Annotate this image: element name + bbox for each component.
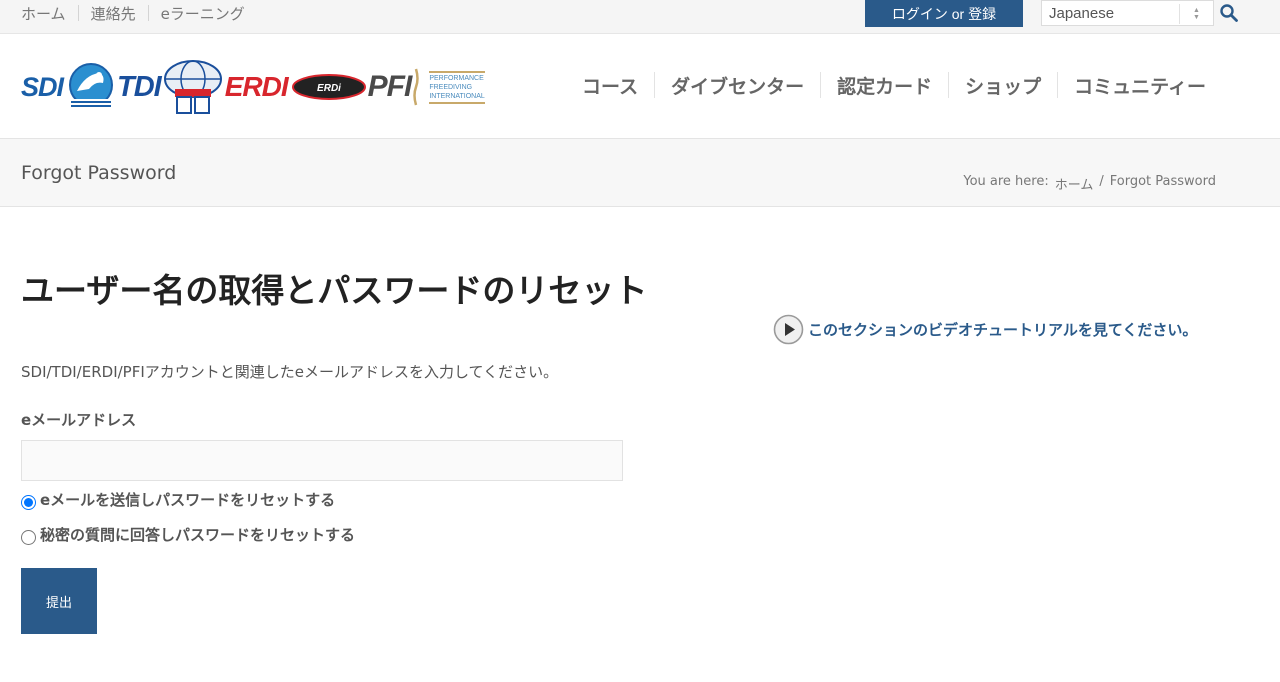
breadcrumb-home-link[interactable]: ホーム xyxy=(1055,174,1094,193)
submit-button[interactable]: 提出 xyxy=(21,568,97,634)
reset-option-email-label: eメールを送信しパスワードをリセットする xyxy=(40,491,336,509)
divider xyxy=(77,5,79,21)
search-icon[interactable] xyxy=(1219,3,1239,23)
login-register-button[interactable]: ログイン or 登録 xyxy=(865,0,1023,27)
intro-text: SDI/TDI/ERDI/PFIアカウントと関連したeメールアドレスを入力してく… xyxy=(21,363,559,381)
nav-item-courses[interactable]: コース xyxy=(566,72,654,99)
breadcrumb-current: Forgot Password xyxy=(1109,174,1216,189)
reset-option-question-radio[interactable] xyxy=(21,530,36,545)
top-utility-bar: ホーム 連絡先 eラーニング ログイン or 登録 Japanese ▲ ▼ xyxy=(0,0,1280,34)
tdi-logo: TDI xyxy=(117,70,162,103)
top-link-home[interactable]: ホーム xyxy=(21,3,66,24)
language-selected-value: Japanese xyxy=(1049,4,1115,22)
nav-item-shop[interactable]: ショップ xyxy=(949,72,1057,99)
content-heading: ユーザー名の取得とパスワードのリセット xyxy=(21,271,648,310)
freediver-figure-icon xyxy=(413,68,420,106)
pfi-subtitle: PERFORMANCE FREEDIVING INTERNATIONAL xyxy=(429,70,485,104)
pfi-logo: PFI PERFORMANCE FREEDIVING INTERNATIONAL xyxy=(368,67,485,107)
email-label: eメールアドレス xyxy=(21,411,137,429)
sdi-logo: SDI xyxy=(21,61,114,113)
erdi-globe-emblem-icon xyxy=(163,60,222,114)
top-link-elearning[interactable]: eラーニング xyxy=(161,3,245,24)
email-input[interactable] xyxy=(21,440,623,481)
breadcrumb-prefix: You are here: xyxy=(963,174,1049,189)
brand-logos[interactable]: SDI TDI ERDI ERDi PFI PERFORMANCE FREEDI… xyxy=(21,56,485,118)
svg-text:ERDi: ERDi xyxy=(317,83,341,94)
breadcrumb: You are here: ホーム / Forgot Password xyxy=(963,174,1216,193)
breadcrumb-separator: / xyxy=(1099,174,1104,189)
top-links: ホーム 連絡先 eラーニング xyxy=(21,0,245,26)
play-icon xyxy=(773,314,804,345)
updown-arrows-icon: ▲ ▼ xyxy=(1179,4,1213,24)
reset-option-email-radio[interactable] xyxy=(21,495,36,510)
nav-item-cert-cards[interactable]: 認定カード xyxy=(821,72,948,99)
nav-item-dive-centers[interactable]: ダイブセンター xyxy=(655,72,820,99)
language-select[interactable]: Japanese ▲ ▼ xyxy=(1041,0,1214,26)
nav-item-community[interactable]: コミュニティー xyxy=(1058,72,1222,99)
reset-option-question-label: 秘密の質問に回答しパスワードをリセットする xyxy=(40,526,356,544)
video-tutorial-label: このセクションのビデオチュートリアルを見てください。 xyxy=(808,321,1198,339)
reset-option-question[interactable]: 秘密の質問に回答しパスワードをリセットする xyxy=(21,524,355,545)
main-nav: コース ダイブセンター 認定カード ショップ コミュニティー xyxy=(566,72,1222,98)
page-title: Forgot Password xyxy=(21,162,177,184)
site-header: SDI TDI ERDI ERDi PFI PERFORMANCE FREEDI… xyxy=(0,34,1280,139)
page-title-bar: Forgot Password You are here: ホーム / Forg… xyxy=(0,139,1280,207)
erdi-oval-badge-icon: ERDi xyxy=(291,74,366,100)
erdi-logo: ERDI xyxy=(224,71,289,102)
video-tutorial-link[interactable]: このセクションのビデオチュートリアルを見てください。 xyxy=(773,314,1197,345)
scuba-diver-logo-icon xyxy=(69,63,114,109)
top-link-contact[interactable]: 連絡先 xyxy=(91,3,136,24)
divider xyxy=(147,5,149,21)
reset-option-email[interactable]: eメールを送信しパスワードをリセットする xyxy=(21,489,335,510)
